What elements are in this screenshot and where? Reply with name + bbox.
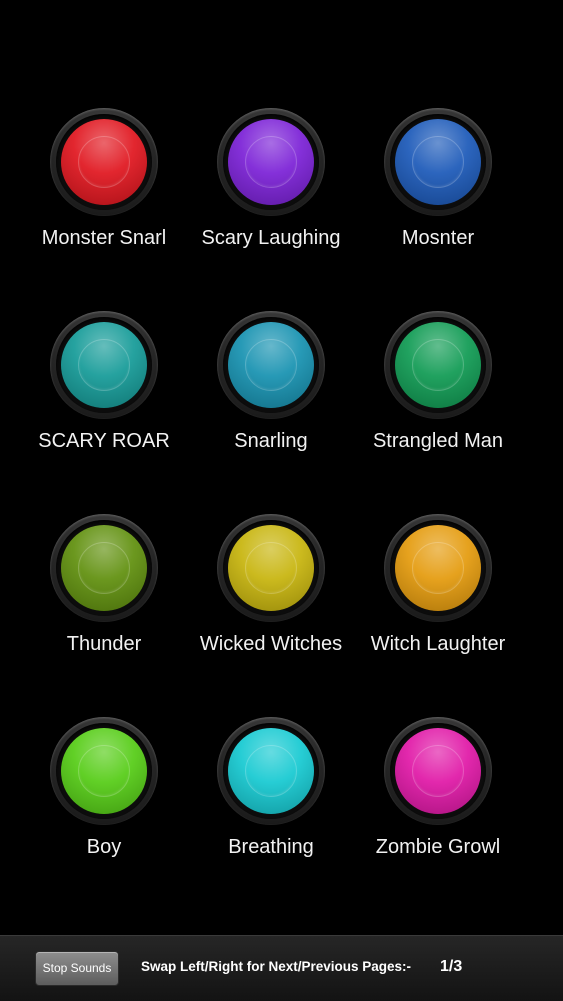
button-row: SCARY ROAR Snarling Strangled Man [0, 311, 563, 514]
sound-button-bezel [384, 108, 492, 216]
sound-button-strangled-man[interactable]: Strangled Man [353, 311, 523, 461]
button-row: Thunder Wicked Witches Witch Laughter [0, 514, 563, 717]
sound-button-thunder[interactable]: Thunder [19, 514, 189, 664]
sound-button-breathing[interactable]: Breathing [186, 717, 356, 867]
sound-button-label: Mosnter [401, 227, 475, 248]
sound-button-face [61, 119, 147, 205]
sound-button-label: Thunder [66, 633, 142, 654]
sound-button-bezel [217, 311, 325, 419]
sound-button-bezel [384, 311, 492, 419]
sound-button-label: Monster Snarl [41, 227, 167, 248]
sound-button-face [395, 322, 481, 408]
sound-button-bezel [217, 108, 325, 216]
sound-button-label: Wicked Witches [199, 633, 343, 654]
sound-button-label: Breathing [228, 836, 314, 857]
sound-button-face [395, 119, 481, 205]
sound-button-face [228, 728, 314, 814]
sound-button-face [228, 525, 314, 611]
sound-button-face [61, 322, 147, 408]
sound-button-face [61, 728, 147, 814]
sound-button-bezel [217, 717, 325, 825]
sound-button-bezel [50, 108, 158, 216]
sound-button-label: SCARY ROAR [38, 430, 170, 451]
sound-button-wicked-witches[interactable]: Wicked Witches [186, 514, 356, 664]
sound-button-bezel [217, 514, 325, 622]
sound-button-label: Strangled Man [372, 430, 504, 451]
sound-button-boy[interactable]: Boy [19, 717, 189, 867]
stop-sounds-button[interactable]: Stop Sounds [35, 951, 119, 986]
sound-button-bezel [50, 311, 158, 419]
sound-button-face [395, 525, 481, 611]
sound-button-monster-snarl[interactable]: Monster Snarl [19, 108, 189, 258]
button-row: Boy Breathing Zombie Growl [0, 717, 563, 920]
sound-button-grid: Monster Snarl Scary Laughing Mosnter SCA… [0, 108, 563, 920]
sound-button-witch-laughter[interactable]: Witch Laughter [353, 514, 523, 664]
sound-button-label: Witch Laughter [370, 633, 506, 654]
sound-button-snarling[interactable]: Snarling [186, 311, 356, 461]
page-indicator: 1/3 [440, 958, 463, 975]
sound-button-label: Zombie Growl [375, 836, 501, 857]
sound-button-bezel [384, 514, 492, 622]
sound-button-scary-laughing[interactable]: Scary Laughing [186, 108, 356, 258]
sound-button-face [228, 322, 314, 408]
bottom-toolbar: Stop Sounds Swap Left/Right for Next/Pre… [0, 935, 563, 1001]
sound-button-label: Boy [86, 836, 122, 857]
soundboard-screen: { "sound_buttons": [ {"label": "Monster … [0, 0, 563, 1001]
sound-button-face [395, 728, 481, 814]
sound-button-mosnter[interactable]: Mosnter [353, 108, 523, 258]
sound-button-bezel [50, 514, 158, 622]
sound-button-bezel [50, 717, 158, 825]
button-row: Monster Snarl Scary Laughing Mosnter [0, 108, 563, 311]
sound-button-zombie-growl[interactable]: Zombie Growl [353, 717, 523, 867]
sound-button-face [228, 119, 314, 205]
sound-button-bezel [384, 717, 492, 825]
sound-button-label: Snarling [234, 430, 308, 451]
sound-button-face [61, 525, 147, 611]
swap-pages-hint: Swap Left/Right for Next/Previous Pages:… [141, 959, 412, 974]
sound-button-label: Scary Laughing [201, 227, 341, 248]
sound-button-scary-roar[interactable]: SCARY ROAR [19, 311, 189, 461]
